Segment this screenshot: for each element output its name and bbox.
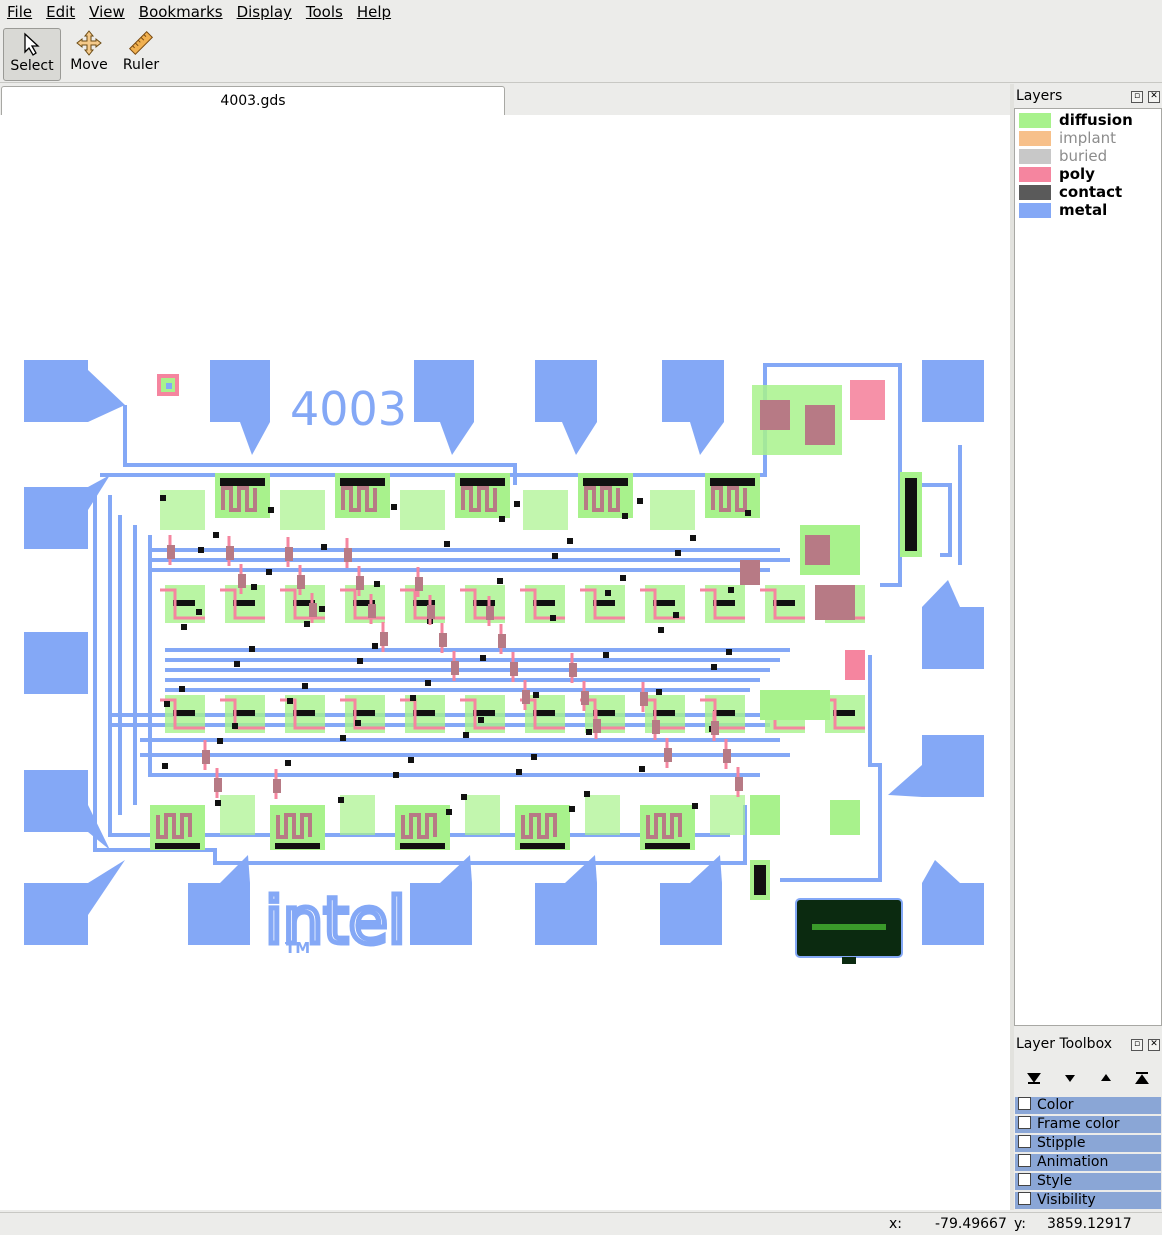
option-label: Style [1037,1173,1073,1189]
status-bar: x: -79.49667 y: 3859.12917 [0,1212,1162,1235]
option-label: Animation [1037,1154,1109,1170]
move-top-icon[interactable] [1132,1068,1152,1088]
toolbox-option-animation[interactable]: Animation [1015,1154,1161,1171]
select-arrow-icon [24,32,40,56]
checkbox[interactable] [1018,1173,1031,1186]
layer-diffusion[interactable]: diffusion [1019,111,1133,129]
option-label: Color [1037,1097,1074,1113]
move-bottom-icon[interactable] [1024,1068,1044,1088]
ruler-icon [128,30,154,56]
select-tool-label: Select [10,58,54,74]
menu-help[interactable]: Help [350,0,398,25]
close-icon[interactable]: ✕ [1148,1039,1160,1051]
toolbox-option-frame-color[interactable]: Frame color [1015,1116,1161,1133]
checkbox[interactable] [1018,1192,1031,1205]
move-tool-button[interactable]: Move [62,28,116,79]
checkbox[interactable] [1018,1154,1031,1167]
y-coord-value: 3859.12917 [1047,1216,1132,1232]
layer-contact[interactable]: contact [1019,183,1122,201]
layer-poly[interactable]: poly [1019,165,1095,183]
option-label: Frame color [1037,1116,1120,1132]
layer-poly-label: poly [1059,165,1095,183]
option-label: Stipple [1037,1135,1086,1151]
menu-view[interactable]: View [82,0,132,25]
move-icon [76,30,102,56]
layer-buried-label: buried [1059,147,1108,165]
layer-contact-label: contact [1059,183,1123,201]
toolbox-option-stipple[interactable]: Stipple [1015,1135,1161,1152]
menu-file[interactable]: File [0,0,39,25]
ruler-tool-button[interactable]: Ruler [116,28,166,79]
layer-toolbox-title: Layer Toolbox [1016,1036,1112,1052]
move-down-icon[interactable] [1060,1068,1080,1088]
alignment-mark [157,374,179,396]
menu-edit[interactable]: Edit [39,0,82,25]
trademark-mark: TM [285,939,310,957]
layer-metal-label: metal [1059,201,1108,219]
checkbox[interactable] [1018,1135,1031,1148]
tab-4003-gds[interactable]: 4003.gds [1,86,505,115]
layer-metal[interactable]: metal [1019,201,1107,219]
layers-panel-title: Layers [1016,88,1063,104]
diffusion-swatch [1019,112,1051,128]
float-icon[interactable]: ▫ [1131,1039,1143,1051]
menu-tools[interactable]: Tools [299,0,350,25]
move-up-icon[interactable] [1096,1068,1116,1088]
layer-implant-label: implant [1059,129,1117,147]
poly-swatch [1019,166,1051,182]
chip-layout: 4003 intel TM [24,360,984,964]
toolbox-option-color[interactable]: Color [1015,1097,1161,1114]
checkbox[interactable] [1018,1116,1031,1129]
layers-list: diffusion implant buried poly contact me… [1014,108,1162,1026]
control-block [740,380,922,900]
metal-swatch [1019,202,1051,218]
option-label: Visibility [1037,1192,1096,1208]
layer-implant[interactable]: implant [1019,129,1116,147]
toolbar: Select Move Ruler [0,26,1162,83]
x-coord-value: -79.49667 [935,1216,1007,1232]
layer-buried[interactable]: buried [1019,147,1107,165]
select-tool-button[interactable]: Select [3,28,61,81]
x-coord-label: x: [889,1216,903,1232]
buried-swatch [1019,148,1051,164]
layout-canvas[interactable]: 4003 intel TM [0,115,1010,1210]
float-icon[interactable]: ▫ [1131,91,1143,103]
move-tool-label: Move [70,57,108,73]
implant-swatch [1019,130,1051,146]
ruler-tool-label: Ruler [122,57,160,73]
menu-bar: File Edit View Bookmarks Display Tools H… [0,0,1162,25]
menu-bookmarks[interactable]: Bookmarks [132,0,230,25]
tab-bar: 4003.gds [0,84,1010,115]
menu-display[interactable]: Display [230,0,299,25]
contact-swatch [1019,184,1051,200]
toolbox-option-visibility[interactable]: Visibility [1015,1192,1161,1209]
close-icon[interactable]: ✕ [1148,91,1160,103]
y-coord-label: y: [1014,1216,1026,1232]
chip-part-number: 4003 [290,382,407,436]
test-pad [795,898,903,964]
checkbox[interactable] [1018,1097,1031,1110]
toolbox-option-style[interactable]: Style [1015,1173,1161,1190]
layer-diffusion-label: diffusion [1059,111,1133,129]
